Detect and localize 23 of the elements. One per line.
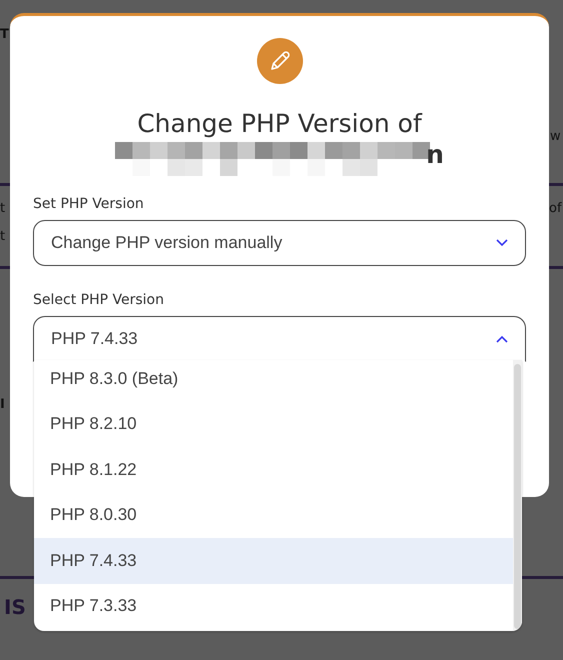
background-text: T <box>0 26 9 44</box>
select-dropdown[interactable]: PHP 7.4.33 <box>33 316 526 362</box>
dropdown-option[interactable]: PHP 8.2.10 <box>34 402 513 447</box>
background-text: I <box>0 396 5 414</box>
background-text: IS <box>4 598 26 616</box>
dropdown-option[interactable]: PHP 8.1.22 <box>34 447 513 492</box>
chevron-icon <box>496 335 508 343</box>
dialog-title-fragment: n <box>426 142 444 168</box>
dropdown-option[interactable]: PHP 8.0.30 <box>34 492 513 538</box>
dialog-title: Change PHP Version of <box>136 108 424 140</box>
field-label: Select PHP Version <box>33 292 165 308</box>
dropdown-option[interactable]: PHP 7.3.33 <box>34 584 513 629</box>
chevron-icon <box>496 239 508 247</box>
field-label: Set PHP Version <box>33 196 145 212</box>
background-text: t <box>0 200 6 218</box>
background-text: of <box>549 200 562 218</box>
scrollbar[interactable] <box>513 360 522 631</box>
background-text: t <box>0 228 6 246</box>
pencil-icon <box>256 38 302 84</box>
background-text: w <box>550 128 561 146</box>
dropdown-option[interactable]: PHP 7.4.33 <box>34 538 513 584</box>
select-dropdown[interactable]: Change PHP version manually <box>33 220 526 266</box>
dropdown-option[interactable]: PHP 8.3.0 (Beta) <box>34 360 513 402</box>
